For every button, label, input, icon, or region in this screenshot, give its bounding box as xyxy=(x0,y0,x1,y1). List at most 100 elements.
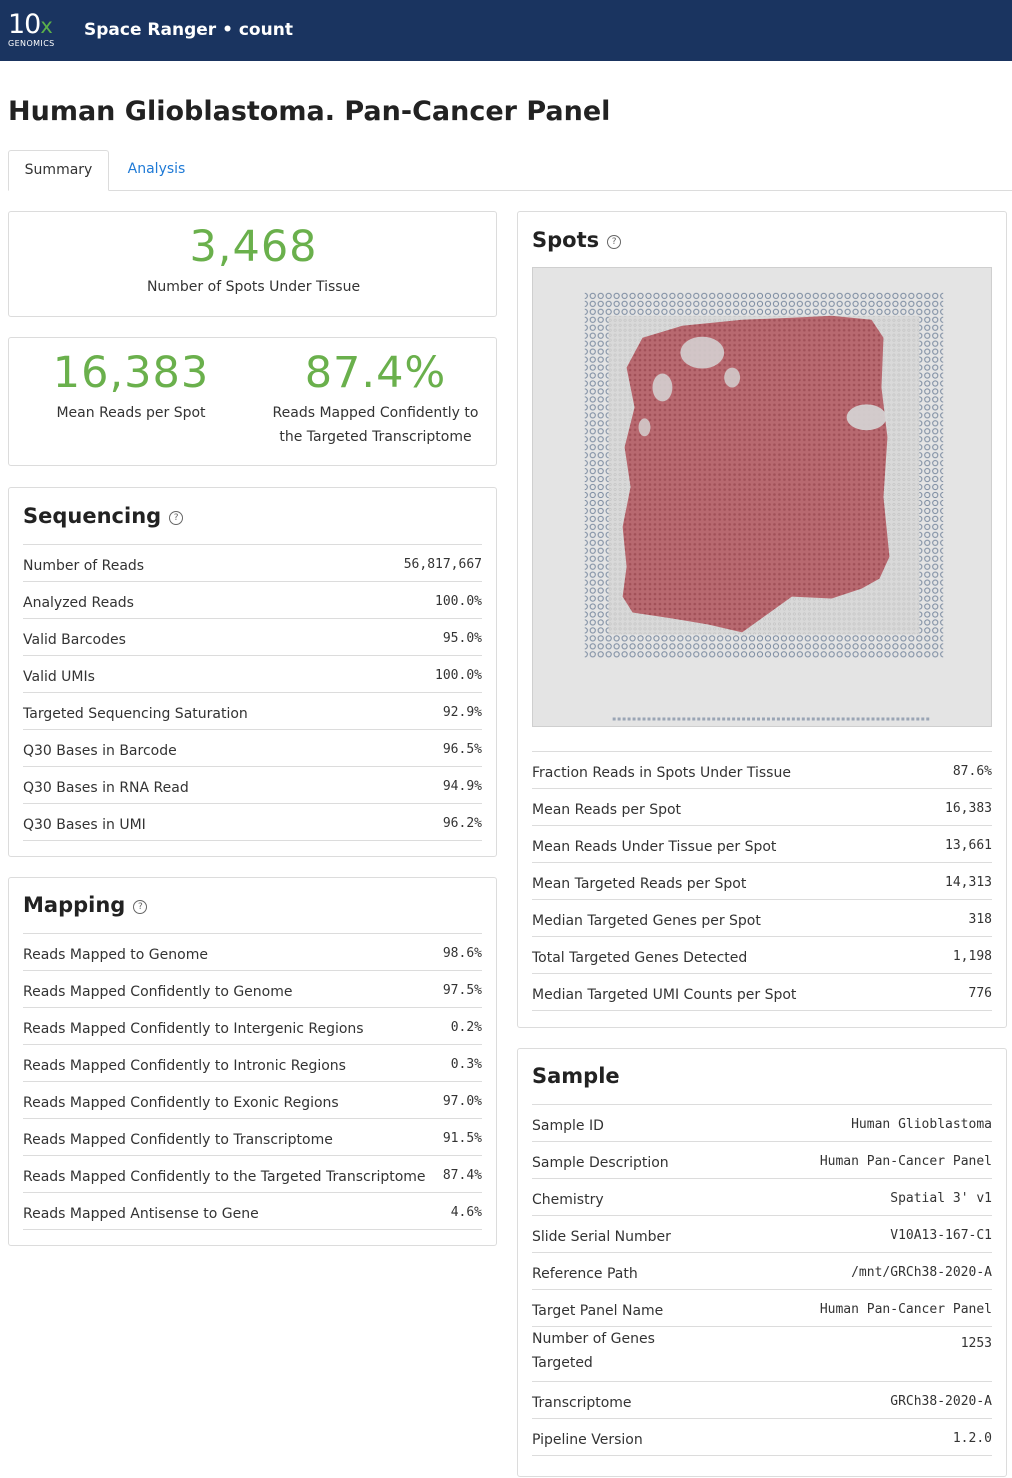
sequencing-title-text: Sequencing xyxy=(23,504,162,528)
row-value: 87.6% xyxy=(952,764,992,779)
row-value: 97.5% xyxy=(442,983,482,998)
table-row: Total Targeted Genes Detected 1,198 xyxy=(532,937,992,974)
table-row: Reads Mapped Confidently to Transcriptom… xyxy=(23,1119,482,1156)
table-row: Mean Reads Under Tissue per Spot 13,661 xyxy=(532,826,992,863)
tissue-spots-image[interactable] xyxy=(532,267,992,727)
row-label: Reads Mapped Confidently to Exonic Regio… xyxy=(23,1095,339,1111)
mapping-title: Mapping? xyxy=(23,893,148,917)
help-icon[interactable]: ? xyxy=(607,235,622,249)
row-value: 91.5% xyxy=(442,1131,482,1146)
row-value: 0.2% xyxy=(450,1020,482,1035)
row-label: Mean Reads Under Tissue per Spot xyxy=(532,839,777,855)
table-row: Median Targeted Genes per Spot 318 xyxy=(532,900,992,937)
spots-card: Spots? Fraction Reads in Spots Under Tis… xyxy=(517,211,1007,1028)
row-value: 1,198 xyxy=(952,949,992,964)
spots-title-text: Spots xyxy=(532,228,600,252)
table-row: Q30 Bases in UMI 96.2% xyxy=(23,804,482,841)
mapping-card: Mapping? Reads Mapped to Genome 98.6% Read… xyxy=(8,877,497,1246)
row-label: Reads Mapped Confidently to Genome xyxy=(23,984,293,1000)
row-label: Reads Mapped to Genome xyxy=(23,947,208,963)
table-row: Slide Serial Number V10A13-167-C1 xyxy=(532,1216,992,1253)
table-row: Fraction Reads in Spots Under Tissue 87.6… xyxy=(532,752,992,789)
row-value: 1253 xyxy=(960,1336,992,1351)
mapped-targeted-value: 87.4% xyxy=(304,348,447,398)
row-value: 4.6% xyxy=(450,1205,482,1220)
row-label: Reads Mapped Confidently to Intronic Reg… xyxy=(23,1058,346,1074)
table-row: Chemistry Spatial 3' v1 xyxy=(532,1179,992,1216)
row-value: Spatial 3' v1 xyxy=(890,1191,992,1206)
row-value: 94.9% xyxy=(442,779,482,794)
tissue-gap xyxy=(638,418,651,437)
table-row: Pipeline Version 1.2.0 xyxy=(532,1419,992,1456)
row-value: 97.0% xyxy=(442,1094,482,1109)
row-value: Human Pan-Cancer Panel xyxy=(819,1154,992,1169)
sample-card: Sample Sample ID Human Glioblastoma Sample… xyxy=(517,1048,1007,1477)
row-label: Slide Serial Number xyxy=(532,1229,671,1245)
row-label: Fraction Reads in Spots Under Tissue xyxy=(532,765,791,781)
mapped-targeted-label-line2: the Targeted Transcriptome xyxy=(279,429,472,445)
mapping-table: Reads Mapped to Genome 98.6% Reads Mapped … xyxy=(23,933,482,1230)
sequencing-title: Sequencing? xyxy=(23,504,184,528)
row-value: 13,661 xyxy=(945,838,992,853)
tab-summary[interactable]: Summary xyxy=(8,150,109,191)
table-row: Reads Mapped Confidently to the Targeted… xyxy=(23,1156,482,1193)
row-label: Sample Description xyxy=(532,1155,669,1171)
table-row: Median Targeted UMI Counts per Spot 776 xyxy=(532,974,992,1011)
sample-title: Sample xyxy=(532,1064,620,1088)
table-row: Number of Genes Targeted 1253 xyxy=(532,1327,992,1382)
row-value: /mnt/GRCh38-2020-A xyxy=(851,1265,992,1280)
sequencing-table: Number of Reads 56,817,667 Analyzed Reads 1… xyxy=(23,544,482,841)
row-label: Q30 Bases in Barcode xyxy=(23,743,177,759)
tab-analysis[interactable]: Analysis xyxy=(109,150,204,191)
row-value: V10A13-167-C1 xyxy=(890,1228,992,1243)
table-row: Valid Barcodes 95.0% xyxy=(23,619,482,656)
row-value: 0.3% xyxy=(450,1057,482,1072)
row-label: Valid UMIs xyxy=(23,669,95,685)
table-row: Analyzed Reads 100.0% xyxy=(23,582,482,619)
row-label: Transcriptome xyxy=(532,1395,632,1411)
row-label: Number of Genes Targeted xyxy=(532,1331,655,1371)
sequencing-card: Sequencing? Number of Reads 56,817,667 Ana… xyxy=(8,487,497,857)
10x-genomics-logo[interactable]: 10x GENOMICS xyxy=(8,10,64,52)
row-value: GRCh38-2020-A xyxy=(890,1394,992,1409)
row-value: 92.9% xyxy=(442,705,482,720)
row-label: Reads Mapped Confidently to Intergenic R… xyxy=(23,1021,364,1037)
row-label: Total Targeted Genes Detected xyxy=(532,950,748,966)
row-label: Q30 Bases in RNA Read xyxy=(23,780,189,796)
row-label: Chemistry xyxy=(532,1192,604,1208)
page-title: Human Glioblastoma. Pan-Cancer Panel xyxy=(8,96,611,127)
row-label: Mean Targeted Reads per Spot xyxy=(532,876,747,892)
row-value: 100.0% xyxy=(435,668,482,683)
table-row: Reads Mapped Confidently to Genome 97.5% xyxy=(23,971,482,1008)
row-value: 96.2% xyxy=(442,816,482,831)
row-label: Mean Reads per Spot xyxy=(532,802,682,818)
mapping-title-text: Mapping xyxy=(23,893,126,917)
tissue-gap xyxy=(680,336,725,369)
help-icon[interactable]: ? xyxy=(169,511,184,525)
table-row: Q30 Bases in RNA Read 94.9% xyxy=(23,767,482,804)
logo-x-mark: x xyxy=(40,14,52,38)
table-row: Valid UMIs 100.0% xyxy=(23,656,482,693)
table-row: Mean Targeted Reads per Spot 14,313 xyxy=(532,863,992,900)
row-label: Median Targeted Genes per Spot xyxy=(532,913,761,929)
row-value: 98.6% xyxy=(442,946,482,961)
tissue-gap xyxy=(846,404,887,431)
row-label: Reads Mapped Antisense to Gene xyxy=(23,1206,259,1222)
row-value: Human Pan-Cancer Panel xyxy=(819,1302,992,1317)
row-label: Reference Path xyxy=(532,1266,638,1282)
row-label: Number of Reads xyxy=(23,558,145,574)
spots-under-tissue-card: 3,468 Number of Spots Under Tissue xyxy=(8,211,497,317)
table-row: Sample ID Human Glioblastoma xyxy=(532,1105,992,1142)
table-row: Reads Mapped to Genome 98.6% xyxy=(23,934,482,971)
table-row: Reference Path/mnt/GRCh38-2020-A xyxy=(532,1253,992,1290)
row-label: Reads Mapped Confidently to Transcriptom… xyxy=(23,1132,333,1148)
table-row: Reads Mapped Confidently to Intergenic R… xyxy=(23,1008,482,1045)
row-value: 87.4% xyxy=(442,1168,482,1183)
row-label: Median Targeted UMI Counts per Spot xyxy=(532,987,797,1003)
help-icon[interactable]: ? xyxy=(133,900,148,914)
tab-bar: Summary Analysis xyxy=(8,150,1012,191)
table-row: Number of Reads 56,817,667 xyxy=(23,545,482,582)
row-value: 14,313 xyxy=(945,875,992,890)
table-row: Transcriptome GRCh38-2020-A xyxy=(532,1382,992,1419)
mean-reads-label: Mean Reads per Spot xyxy=(56,405,206,421)
